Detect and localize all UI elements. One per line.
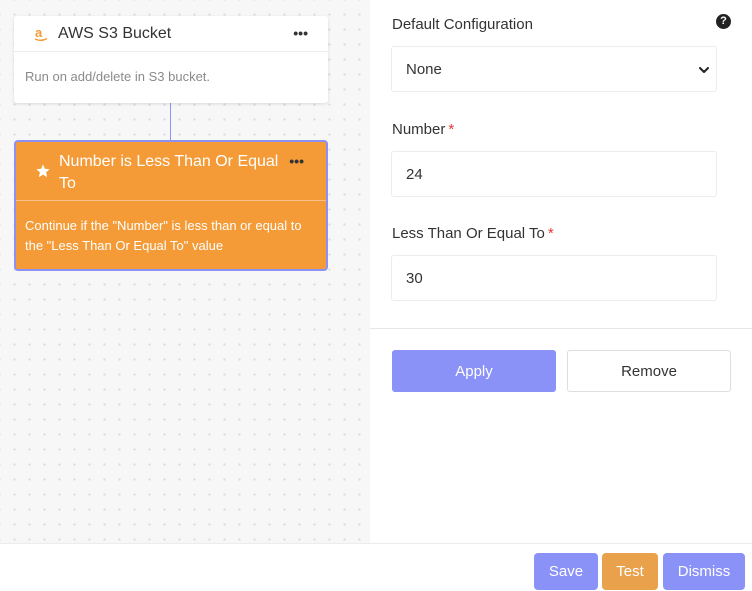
star-icon — [35, 163, 51, 179]
filter-node[interactable]: Number is Less Than Or Equal To ••• Cont… — [14, 140, 328, 271]
lte-input[interactable]: 30 — [391, 255, 717, 301]
filter-node-title: Number is Less Than Or Equal To — [59, 153, 279, 192]
number-input-value: 24 — [406, 165, 423, 183]
lte-label: Less Than Or Equal To * — [392, 225, 554, 242]
filter-node-description: Continue if the "Number" is less than or… — [25, 218, 302, 253]
default-config-label-text: Default Configuration — [392, 16, 533, 33]
required-marker: * — [448, 121, 455, 138]
number-label-text: Number — [392, 121, 446, 138]
filter-node-header: Number is Less Than Or Equal To ••• — [16, 142, 326, 201]
dismiss-button[interactable]: Dismiss — [663, 553, 745, 590]
node-connector — [170, 103, 171, 140]
lte-label-text: Less Than Or Equal To — [392, 225, 545, 242]
number-input[interactable]: 24 — [391, 151, 717, 197]
trigger-node-menu-icon[interactable]: ••• — [293, 26, 308, 40]
trigger-node-header: a AWS S3 Bucket ••• — [14, 16, 328, 52]
test-button[interactable]: Test — [602, 553, 658, 590]
svg-text:a: a — [35, 26, 43, 40]
filter-node-menu-icon[interactable]: ••• — [289, 154, 304, 168]
amazon-icon: a — [34, 26, 48, 42]
config-panel: Default Configuration ? None Number * 24 … — [370, 0, 752, 543]
number-label: Number * — [392, 121, 454, 138]
default-config-value: None — [406, 60, 442, 78]
trigger-node-description: Run on add/delete in S3 bucket. — [25, 69, 211, 84]
trigger-node-title: AWS S3 Bucket — [58, 24, 172, 42]
save-button[interactable]: Save — [534, 553, 598, 590]
footer-bar: Save Test Dismiss — [0, 543, 752, 591]
apply-button[interactable]: Apply — [392, 350, 556, 392]
workflow-canvas[interactable]: a AWS S3 Bucket ••• Run on add/delete in… — [0, 0, 370, 543]
default-config-select[interactable]: None — [391, 46, 717, 92]
required-marker: * — [547, 225, 554, 242]
trigger-node[interactable]: a AWS S3 Bucket ••• Run on add/delete in… — [14, 16, 328, 103]
default-config-label: Default Configuration — [392, 16, 533, 33]
chevron-down-icon — [698, 63, 710, 75]
help-icon[interactable]: ? — [716, 14, 731, 29]
divider — [370, 328, 752, 329]
remove-button[interactable]: Remove — [567, 350, 731, 392]
lte-input-value: 30 — [406, 269, 423, 287]
